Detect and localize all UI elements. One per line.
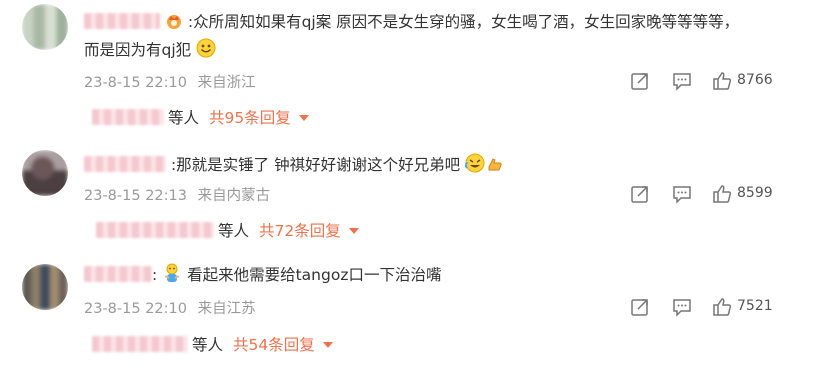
reply-total-link[interactable]: 共72条回复 — [259, 222, 341, 240]
reply-suffix: 等人 — [168, 109, 200, 127]
smile-emoji-icon — [196, 38, 216, 58]
username-redacted[interactable] — [84, 13, 160, 29]
reply-suffix: 等人 — [192, 336, 224, 354]
timestamp: 23-8-15 22:10 — [84, 75, 187, 91]
chevron-down-icon[interactable] — [322, 342, 333, 348]
comment-meta: 23-8-15 22:10 来自浙江 — [84, 71, 256, 92]
hug-figure-emoji-icon — [164, 263, 180, 282]
reply-summary[interactable]: 等人 共54条回复 — [92, 333, 333, 355]
replier-redacted — [92, 109, 164, 125]
share-icon[interactable] — [629, 70, 651, 92]
comment-actions: 7521 — [629, 296, 829, 318]
timestamp: 23-8-15 22:13 — [84, 188, 187, 204]
comment-actions: 8599 — [629, 183, 829, 205]
username-redacted[interactable] — [84, 266, 152, 282]
comment-header: :那就是实锤了 钟祺好好谢谢这个好兄弟吧 — [84, 153, 503, 177]
reply-total-link[interactable]: 共95条回复 — [209, 109, 291, 127]
reply-summary[interactable]: 等人 共95条回复 — [92, 106, 309, 128]
comment-text-line2: 而是因为有qj犯 — [84, 41, 192, 59]
comment-icon[interactable] — [671, 183, 693, 205]
crown-badge-icon — [166, 15, 181, 29]
like-count: 8599 — [737, 185, 773, 201]
laugh-cry-emoji-icon — [465, 153, 502, 173]
replier-redacted — [96, 222, 214, 238]
like-count: 7521 — [737, 298, 773, 314]
chevron-down-icon[interactable] — [298, 115, 309, 121]
comment-text: :众所周知如果有qj案 原因不是女生穿的骚，女生喝了酒，女生回家晚等等等等， — [187, 13, 740, 31]
comment-meta: 23-8-15 22:13 来自内蒙古 — [84, 184, 270, 205]
share-icon[interactable] — [629, 296, 651, 318]
reply-total-link[interactable]: 共54条回复 — [233, 336, 315, 354]
comment-text: 看起来他需要给tangoz口一下治治嘴 — [187, 266, 442, 284]
location: 来自内蒙古 — [197, 188, 271, 204]
reply-summary[interactable]: 等人 共72条回复 — [96, 219, 359, 241]
comment-icon[interactable] — [671, 296, 693, 318]
comment-header: :众所周知如果有qj案 原因不是女生穿的骚，女生喝了酒，女生回家晚等等等等， — [84, 10, 739, 34]
thumbs-up-icon[interactable] — [711, 183, 733, 205]
avatar[interactable] — [22, 150, 68, 196]
comment-text: :那就是实锤了 钟祺好好谢谢这个好兄弟吧 — [170, 156, 461, 174]
like-count: 8766 — [737, 72, 773, 88]
comment-meta: 23-8-15 22:10 来自江苏 — [84, 297, 256, 318]
share-icon[interactable] — [629, 183, 651, 205]
username-redacted[interactable] — [84, 156, 166, 172]
avatar[interactable] — [22, 264, 68, 310]
comment-header: : 看起来他需要给tangoz口一下治治嘴 — [84, 263, 441, 287]
replier-redacted — [92, 336, 188, 352]
comment-text-continued: 而是因为有qj犯 — [84, 38, 216, 62]
location: 来自江苏 — [197, 301, 256, 317]
location: 来自浙江 — [197, 75, 256, 91]
avatar[interactable] — [22, 4, 68, 50]
timestamp: 23-8-15 22:10 — [84, 301, 187, 317]
comment-actions: 8766 — [629, 70, 829, 92]
chevron-down-icon[interactable] — [348, 228, 359, 234]
reply-suffix: 等人 — [218, 222, 250, 240]
comment-icon[interactable] — [671, 70, 693, 92]
thumbs-up-icon[interactable] — [711, 70, 733, 92]
thumbs-up-icon[interactable] — [711, 296, 733, 318]
